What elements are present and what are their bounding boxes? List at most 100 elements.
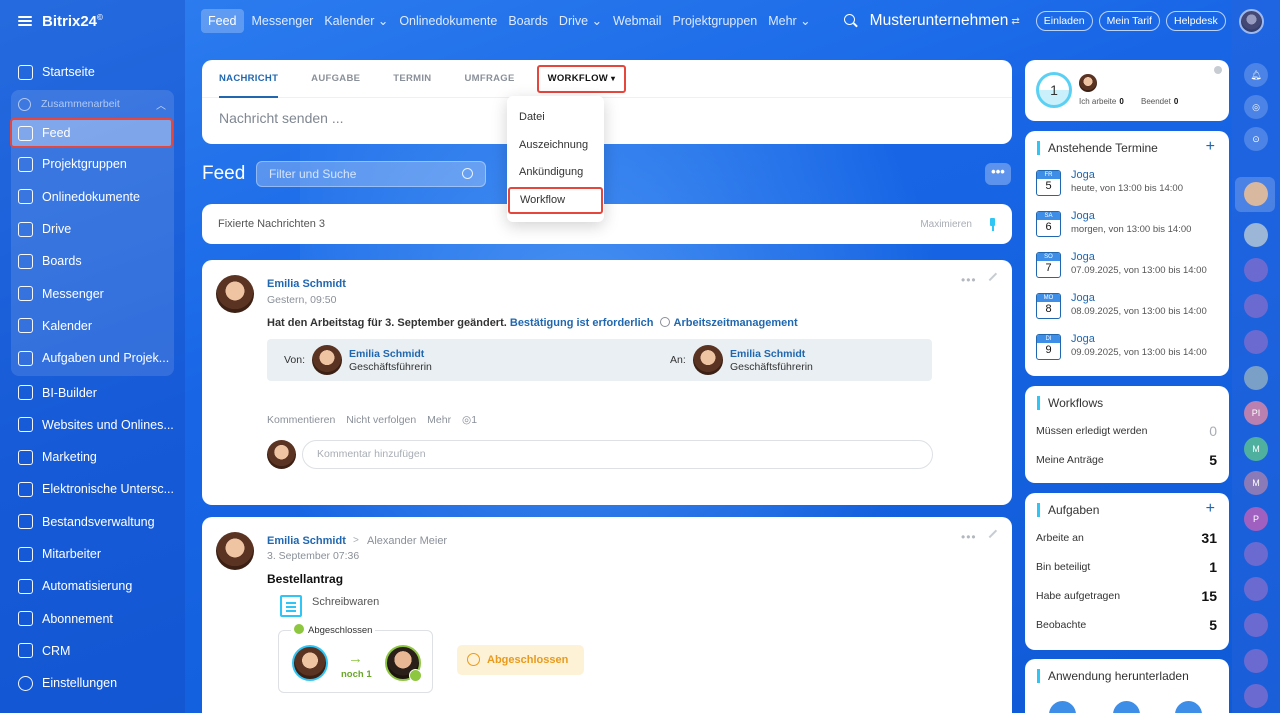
- avatar[interactable]: [1244, 182, 1268, 206]
- post-time[interactable]: Gestern, 09:50: [267, 294, 336, 306]
- sidebar-item-employees[interactable]: Mitarbeiter: [0, 538, 180, 570]
- chat-icon[interactable]: [1244, 542, 1268, 566]
- confirmation-link[interactable]: Bestätigung ist erforderlich: [510, 317, 654, 329]
- chat-icon[interactable]: [1244, 258, 1268, 282]
- add-icon[interactable]: +: [1206, 138, 1215, 156]
- post-recipient[interactable]: Alexander Meier: [367, 535, 447, 547]
- comment-link[interactable]: Kommentieren: [267, 414, 335, 426]
- to-name[interactable]: Emilia Schmidt: [730, 348, 805, 360]
- sidebar-item-aufgaben[interactable]: Aufgaben und Projek...: [11, 342, 174, 374]
- post-menu-icon[interactable]: •••: [961, 530, 977, 544]
- chat-icon[interactable]: [1244, 330, 1268, 354]
- document-name[interactable]: Schreibwaren: [312, 596, 379, 608]
- menu-icon[interactable]: [18, 16, 32, 26]
- dropdown-item-auszeichnung[interactable]: Auszeichnung: [507, 132, 604, 160]
- chevron-up-icon[interactable]: ︿: [156, 97, 166, 112]
- pin-icon[interactable]: [988, 529, 1002, 543]
- sidebar-item-settings[interactable]: Einstellungen: [0, 667, 180, 699]
- chat-icon[interactable]: [1244, 684, 1268, 708]
- sidebar-item-boards[interactable]: Boards: [11, 245, 174, 277]
- search-chat-icon[interactable]: ⊙: [1244, 127, 1268, 151]
- chat-initials[interactable]: P: [1244, 507, 1268, 531]
- add-icon[interactable]: +: [1206, 500, 1215, 518]
- post-author[interactable]: Emilia Schmidt: [267, 535, 346, 547]
- top-tab-messenger[interactable]: Messenger: [247, 9, 319, 33]
- dropdown-item-datei[interactable]: Datei: [507, 104, 604, 132]
- event-item[interactable]: FR 5 Joga heute, von 13:00 bis 14:00: [1036, 169, 1216, 199]
- pin-icon[interactable]: [988, 217, 996, 231]
- chat-icon[interactable]: [1244, 649, 1268, 673]
- sidebar-item-bi-builder[interactable]: BI-Builder: [0, 376, 180, 408]
- workflow-row[interactable]: Müssen erledigt werden 0: [1036, 422, 1217, 440]
- chat-icon[interactable]: [1244, 294, 1268, 318]
- logo[interactable]: Bitrix24©: [42, 13, 103, 30]
- chat-initials[interactable]: M: [1244, 471, 1268, 495]
- tab-umfrage[interactable]: UMFRAGE: [464, 60, 514, 98]
- event-item[interactable]: SA 6 Joga morgen, von 13:00 bis 14:00: [1036, 210, 1216, 240]
- helpdesk-button[interactable]: Helpdesk: [1165, 11, 1226, 31]
- sidebar-item-messenger[interactable]: Messenger: [11, 277, 174, 309]
- task-row[interactable]: Habe aufgetragen 15: [1036, 587, 1217, 605]
- top-tab-onlinedokumente[interactable]: Onlinedokumente: [394, 9, 502, 33]
- sidebar-item-marketing[interactable]: Marketing: [0, 441, 180, 473]
- avatar[interactable]: [216, 532, 254, 570]
- bell-icon[interactable]: 🔔︎: [1244, 63, 1268, 87]
- tab-nachricht[interactable]: NACHRICHT: [219, 60, 279, 98]
- top-tab-projektgruppen[interactable]: Projektgruppen: [667, 9, 762, 33]
- top-tab-boards[interactable]: Boards: [503, 9, 553, 33]
- post-author[interactable]: Emilia Schmidt: [267, 278, 346, 290]
- from-name[interactable]: Emilia Schmidt: [349, 348, 424, 360]
- apple-icon[interactable]: [1049, 701, 1076, 713]
- avatar[interactable]: [216, 275, 254, 313]
- event-item[interactable]: DI 9 Joga 09.09.2025, von 13:00 bis 14:00: [1036, 333, 1216, 363]
- worktime-counter[interactable]: 1: [1036, 72, 1072, 108]
- event-item[interactable]: SO 7 Joga 07.09.2025, von 13:00 bis 14:00: [1036, 251, 1216, 281]
- top-tab-kalender[interactable]: Kalender ⌄: [319, 9, 393, 33]
- top-tab-mehr[interactable]: Mehr ⌄: [763, 9, 815, 33]
- sidebar-item-onlinedokumente[interactable]: Onlinedokumente: [11, 181, 174, 213]
- comment-input[interactable]: Kommentar hinzufügen: [302, 440, 933, 469]
- feed-more-button[interactable]: •••: [985, 163, 1011, 185]
- avatar[interactable]: [385, 645, 422, 682]
- tab-workflow[interactable]: WORKFLOW ▾: [536, 64, 627, 93]
- unfollow-link[interactable]: Nicht verfolgen: [346, 414, 416, 426]
- sidebar-item-automation[interactable]: Automatisierung: [0, 570, 180, 602]
- post-menu-icon[interactable]: •••: [961, 273, 977, 287]
- maximize-link[interactable]: Maximieren: [920, 219, 972, 230]
- search-icon[interactable]: [843, 13, 859, 29]
- company-name[interactable]: Musterunternehmen: [870, 12, 1009, 30]
- android-icon[interactable]: [1175, 701, 1202, 713]
- switch-icon[interactable]: ⇄: [1011, 16, 1019, 27]
- chat-icon[interactable]: [1244, 577, 1268, 601]
- task-row[interactable]: Beobachte 5: [1036, 616, 1217, 634]
- sidebar-item-signature[interactable]: Elektronische Untersc...: [0, 473, 180, 505]
- sidebar-item-subscription[interactable]: Abonnement: [0, 602, 180, 634]
- sidebar-item-websites[interactable]: Websites und Onlines...: [0, 409, 180, 441]
- dropdown-item-workflow[interactable]: Workflow: [508, 186, 603, 214]
- my-plan-button[interactable]: Mein Tarif: [1098, 11, 1160, 31]
- avatar[interactable]: [1244, 223, 1268, 247]
- windows-icon[interactable]: [1113, 701, 1140, 713]
- avatar[interactable]: [693, 345, 723, 375]
- chat-initials[interactable]: PI: [1244, 401, 1268, 425]
- search-icon[interactable]: [462, 168, 473, 179]
- sidebar-item-feed[interactable]: Feed: [10, 118, 173, 149]
- workflow-row[interactable]: Meine Anträge 5: [1036, 451, 1217, 469]
- avatar[interactable]: [1244, 366, 1268, 390]
- help-icon[interactable]: [1214, 66, 1222, 74]
- chat-icon[interactable]: [1244, 613, 1268, 637]
- timeman-link[interactable]: Arbeitszeitmanagement: [674, 317, 798, 329]
- sidebar-item-projektgruppen[interactable]: Projektgruppen: [11, 148, 174, 180]
- tab-termin[interactable]: TERMIN: [393, 60, 431, 98]
- sidebar-item-startseite[interactable]: Startseite: [0, 56, 180, 88]
- filter-search-input[interactable]: Filter und Suche: [256, 161, 486, 187]
- pin-icon[interactable]: [988, 272, 1002, 286]
- task-row[interactable]: Arbeite an 31: [1036, 529, 1217, 547]
- event-item[interactable]: MO 8 Joga 08.09.2025, von 13:00 bis 14:00: [1036, 292, 1216, 322]
- avatar[interactable]: [312, 345, 342, 375]
- sidebar-item-drive[interactable]: Drive: [11, 213, 174, 245]
- post-time[interactable]: 3. September 07:36: [267, 550, 359, 562]
- chat-initials[interactable]: M: [1244, 437, 1268, 461]
- sidebar-group-header[interactable]: Zusammenarbeit ︿: [11, 90, 174, 118]
- sidebar-item-inventory[interactable]: Bestandsverwaltung: [0, 506, 180, 538]
